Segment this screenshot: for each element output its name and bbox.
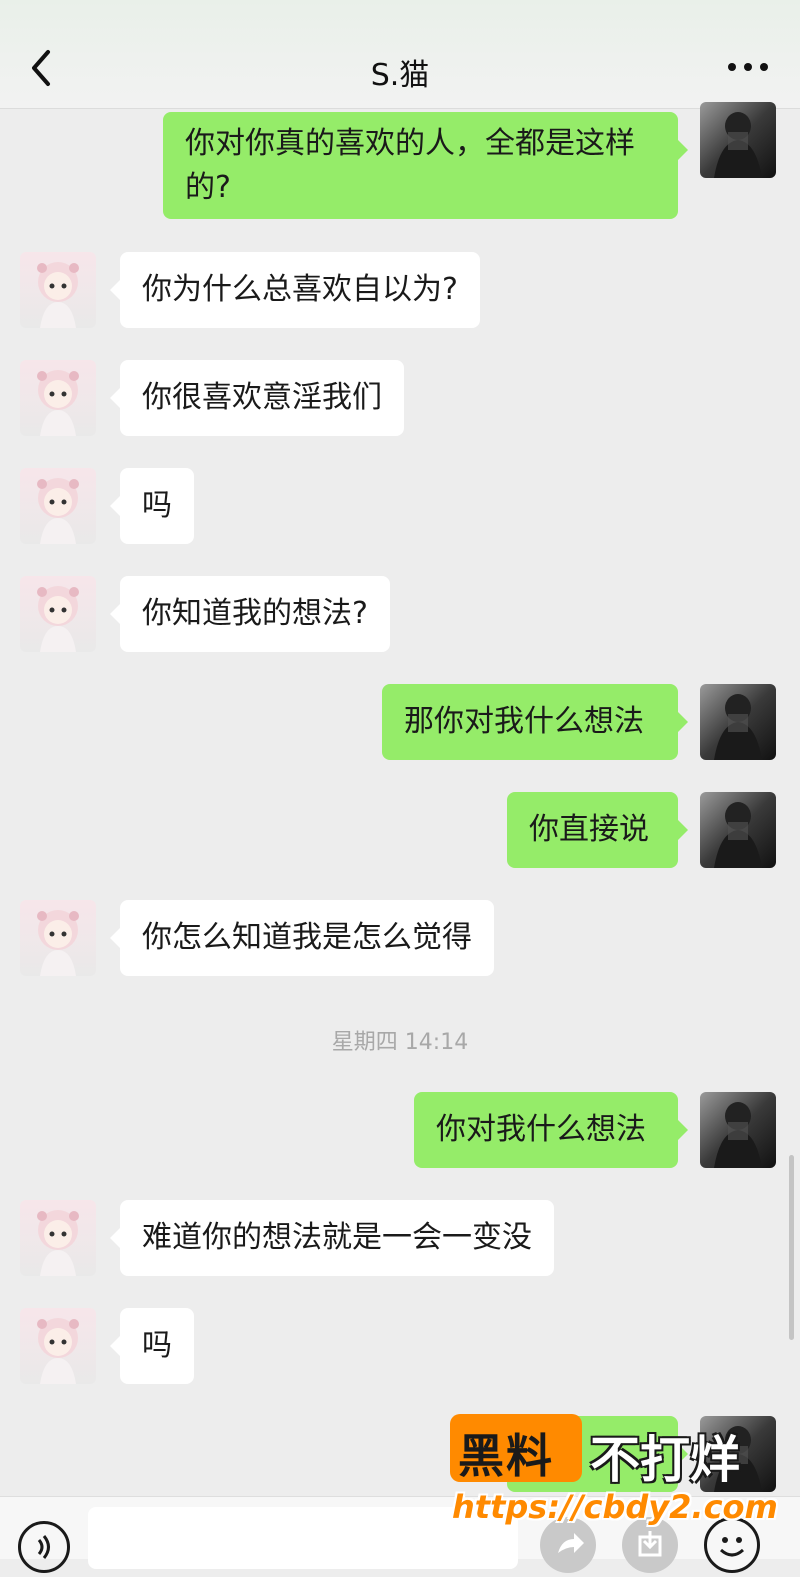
message-text: 的? [185,170,231,205]
avatar-self[interactable] [700,1092,776,1168]
avatar-self[interactable] [700,684,776,760]
message-bubble-received[interactable]: 难道你的想法就是一会一变没 [110,1200,554,1276]
avatar-contact[interactable] [20,900,96,976]
message-text: 吗 [142,1328,172,1363]
avatar-contact[interactable] [20,468,96,544]
message-bubble-received[interactable]: 你为什么总喜欢自以为? [110,252,480,328]
message-text: 你为什么总喜欢自以为? [142,272,458,307]
more-dots-icon[interactable] [726,52,770,82]
message-bubble-received[interactable]: 吗 [110,1308,194,1384]
scrollbar[interactable] [789,1155,794,1340]
message-bubble-received[interactable]: 吗 [110,468,194,544]
avatar-contact[interactable] [20,360,96,436]
avatar-contact[interactable] [20,252,96,328]
avatar-contact[interactable] [20,1200,96,1276]
watermark-slogan: 不打烊 [590,1431,740,1489]
message-bubble-received[interactable]: 你知道我的想法? [110,576,390,652]
message-text: 你怎么知道我是怎么觉得 [142,920,472,955]
message-text: 那你对我什么想法 [404,704,644,739]
message-bubble-received[interactable]: 你很喜欢意淫我们 [110,360,404,436]
message-text: 难道你的想法就是一会一变没 [142,1220,532,1255]
message-text: 你知道我的想法? [142,596,368,631]
watermark: 黑料 不打烊 https://cbdy2.com [448,1412,778,1532]
message-text: 你对我什么想法 [436,1112,646,1147]
chat-title: S.猫 [370,58,430,93]
avatar-self[interactable] [700,792,776,868]
message-text: 你很喜欢意淫我们 [142,380,382,415]
avatar-contact[interactable] [20,576,96,652]
watermark-logo-text: 黑料 [458,1429,554,1483]
avatar-self[interactable] [700,102,776,178]
voice-icon[interactable] [18,1521,70,1573]
message-text: 你对你真的喜欢的人，全都是这样 [185,126,635,161]
avatar-contact[interactable] [20,1308,96,1384]
message-text: 吗 [142,488,172,523]
message-bubble-received[interactable]: 你怎么知道我是怎么觉得 [110,900,494,976]
chat-timestamp: 星期四 14:14 [331,1030,469,1055]
message-bubble-sent[interactable]: 那你对我什么想法 [382,684,688,760]
message-bubble-sent[interactable]: 你对你真的喜欢的人，全都是这样 的? [163,112,688,219]
watermark-url: https://cbdy2.com [452,1488,778,1526]
chat-header: S.猫 [0,0,800,109]
message-text: 你直接说 [529,812,649,847]
message-bubble-sent[interactable]: 你直接说 [507,792,688,868]
message-bubble-sent[interactable]: 你对我什么想法 [414,1092,688,1168]
